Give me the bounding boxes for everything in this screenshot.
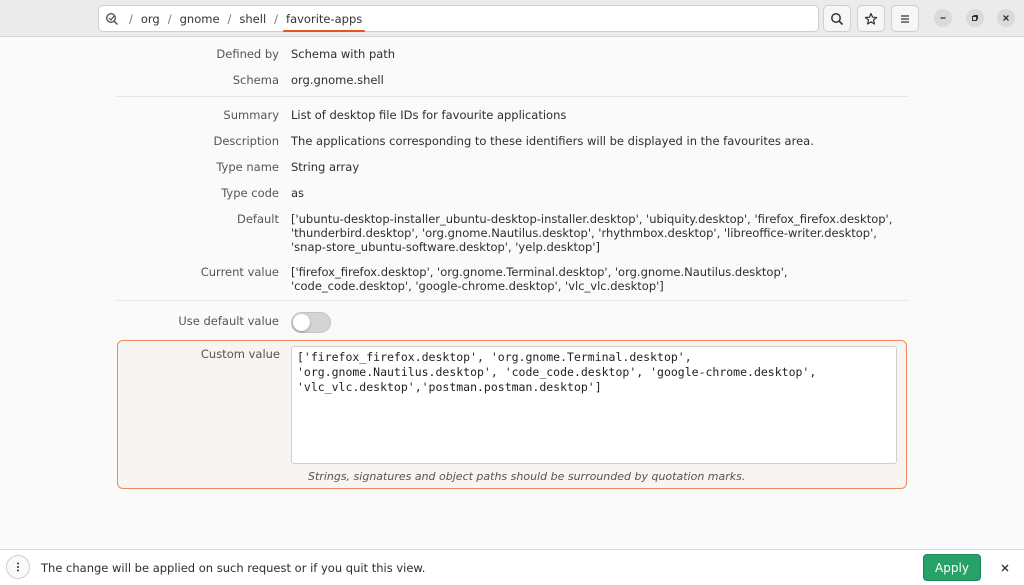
use-default-label: Use default value [178, 314, 279, 328]
apply-button[interactable]: Apply [923, 554, 981, 581]
main-menu-button[interactable] [891, 5, 919, 32]
path-bar[interactable]: / org / gnome / shell / favorite-apps [98, 5, 819, 32]
use-default-switch[interactable] [291, 312, 331, 333]
minimize-icon [940, 17, 946, 19]
notification-bar: The change will be applied on such reque… [0, 549, 1024, 585]
current-value-label: Current value [200, 265, 279, 279]
default-label: Default [236, 212, 279, 226]
path-separator: / [227, 11, 232, 26]
switch-knob [293, 314, 310, 331]
star-icon [864, 12, 878, 25]
type-name-label: Type name [216, 160, 279, 174]
path-segment-org[interactable]: org [141, 12, 160, 26]
current-value-value: ['firefox_firefox.desktop', 'org.gnome.T… [291, 265, 788, 293]
path-segment-shell[interactable]: shell [239, 12, 266, 26]
description-value: The applications corresponding to these … [291, 134, 814, 148]
summary-label: Summary [223, 108, 279, 122]
hamburger-icon [901, 14, 909, 23]
header-bar: / org / gnome / shell / favorite-apps [0, 0, 1024, 37]
schema-value: org.gnome.shell [291, 73, 384, 87]
more-options-button[interactable] [6, 555, 30, 579]
type-code-label: Type code [221, 186, 279, 200]
custom-value-label: Custom value [200, 347, 280, 361]
path-segment-gnome[interactable]: gnome [180, 12, 220, 26]
custom-value-input[interactable]: ['firefox_firefox.desktop', 'org.gnome.T… [291, 346, 897, 464]
custom-value-hint: Strings, signatures and object paths sho… [308, 470, 746, 483]
maximize-button[interactable] [966, 9, 984, 27]
path-segment-favorite-apps[interactable]: favorite-apps [283, 12, 366, 32]
minimize-button[interactable] [934, 9, 952, 27]
close-icon [1001, 564, 1009, 572]
description-label: Description [213, 134, 280, 148]
close-icon [1003, 15, 1009, 21]
path-separator: / [129, 11, 133, 26]
type-name-value: String array [291, 160, 360, 174]
type-code-value: as [291, 186, 305, 200]
bookmark-button[interactable] [857, 5, 885, 32]
schema-label: Schema [232, 73, 279, 87]
vertical-dots-icon [17, 562, 19, 572]
path-separator: / [167, 11, 172, 26]
default-value: ['ubuntu-desktop-installer_ubuntu-deskto… [291, 212, 893, 254]
close-window-button[interactable] [997, 9, 1015, 27]
search-button[interactable] [823, 5, 851, 32]
divider [117, 300, 907, 301]
defined-by-value: Schema with path [291, 47, 396, 61]
defined-by-label: Defined by [216, 47, 279, 61]
search-icon [831, 12, 844, 25]
divider [117, 96, 907, 97]
dconf-root-icon[interactable] [105, 12, 119, 26]
restore-icon [972, 15, 978, 21]
summary-value: List of desktop file IDs for favourite a… [291, 108, 567, 122]
path-separator: / [274, 11, 279, 26]
change-message: The change will be applied on such reque… [41, 561, 426, 575]
custom-value-box: Custom value ['firefox_firefox.desktop',… [117, 340, 907, 489]
dismiss-bar-button[interactable] [996, 559, 1014, 577]
